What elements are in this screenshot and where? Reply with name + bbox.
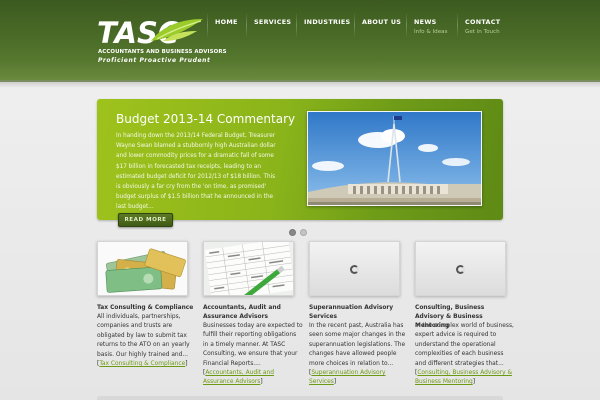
nav-label: HOME	[215, 18, 238, 26]
service-link[interactable]: Consulting, Business Advisory & Business…	[415, 370, 512, 385]
service-link[interactable]: Superannuation Advisory Services	[309, 370, 386, 385]
service-body: In the recent past, Australia has seen s…	[309, 323, 406, 367]
loading-spinner-icon	[350, 265, 359, 274]
service-link[interactable]: Tax Consulting & Compliance	[99, 361, 185, 367]
service-body: Businesses today are expected to fulfill…	[203, 323, 303, 367]
service-thumbnail[interactable]	[203, 241, 294, 296]
parliament-house-photo	[308, 112, 481, 205]
site-logo[interactable]: TASC ACCOUNTANTS AND BUSINESS ADVISORS P…	[97, 16, 226, 66]
service-link[interactable]: Accountants, Audit and Assurance Advisor…	[203, 370, 274, 385]
nav-separator	[406, 12, 407, 38]
logo-motto: Proficient Proactive Prudent	[98, 57, 211, 64]
loading-spinner-icon	[456, 265, 465, 274]
nav-separator	[246, 12, 247, 38]
nav-separator	[457, 12, 458, 38]
nav-services[interactable]: SERVICES	[246, 0, 291, 48]
spreadsheet-pen-photo	[204, 242, 293, 295]
nav-label: ABOUT US	[362, 18, 402, 26]
leaf-icon	[151, 19, 203, 41]
service-body: All individuals, partnerships, companies…	[97, 314, 190, 358]
banknotes-photo	[98, 242, 187, 295]
service-title[interactable]: Superannuation Advisory Services	[309, 304, 409, 322]
service-description: In the complex world of business, expert…	[415, 323, 514, 386]
nav-news[interactable]: NEWS Info & Ideas	[406, 0, 448, 48]
nav-contact[interactable]: CONTACT Get in Touch	[457, 0, 500, 48]
footer-bar	[97, 396, 503, 400]
nav-sublabel: Get in Touch	[465, 29, 500, 35]
nav-about-us[interactable]: ABOUT US	[354, 0, 401, 48]
service-title[interactable]: Tax Consulting & Compliance	[97, 304, 197, 313]
nav-home[interactable]: HOME	[207, 0, 238, 48]
slider-dot-2[interactable]	[300, 229, 307, 236]
service-title[interactable]: Accountants, Audit and Assurance Advisor…	[203, 304, 303, 322]
nav-separator	[207, 12, 208, 38]
site-header: TASC ACCOUNTANTS AND BUSINESS ADVISORS P…	[0, 0, 600, 88]
nav-label: CONTACT	[465, 18, 501, 26]
service-description: All individuals, partnerships, companies…	[97, 314, 190, 368]
nav-sublabel: Info & Ideas	[414, 29, 448, 35]
service-body: In the complex world of business, expert…	[415, 323, 514, 367]
nav-label: INDUSTRIES	[304, 18, 351, 26]
hero-body: In handing down the 2013/14 Federal Budg…	[116, 133, 276, 211]
slider-dot-1[interactable]	[289, 229, 296, 236]
read-more-button[interactable]: READ MORE	[118, 213, 173, 227]
service-thumbnail[interactable]	[97, 241, 188, 296]
hero-slide: Budget 2013-14 Commentary In handing dow…	[97, 99, 503, 227]
nav-industries[interactable]: INDUSTRIES	[296, 0, 350, 48]
service-thumbnail[interactable]	[309, 241, 400, 296]
nav-label: SERVICES	[254, 18, 292, 26]
service-description: In the recent past, Australia has seen s…	[309, 323, 406, 386]
logo-tagline: ACCOUNTANTS AND BUSINESS ADVISORS	[98, 49, 227, 55]
service-thumbnail[interactable]	[415, 241, 506, 296]
nav-separator	[354, 12, 355, 38]
hero-title[interactable]: Budget 2013-14 Commentary	[116, 112, 295, 126]
nav-label: NEWS	[414, 18, 437, 26]
nav-separator	[296, 12, 297, 38]
service-description: Businesses today are expected to fulfill…	[203, 323, 303, 386]
hero-image[interactable]	[307, 111, 482, 206]
